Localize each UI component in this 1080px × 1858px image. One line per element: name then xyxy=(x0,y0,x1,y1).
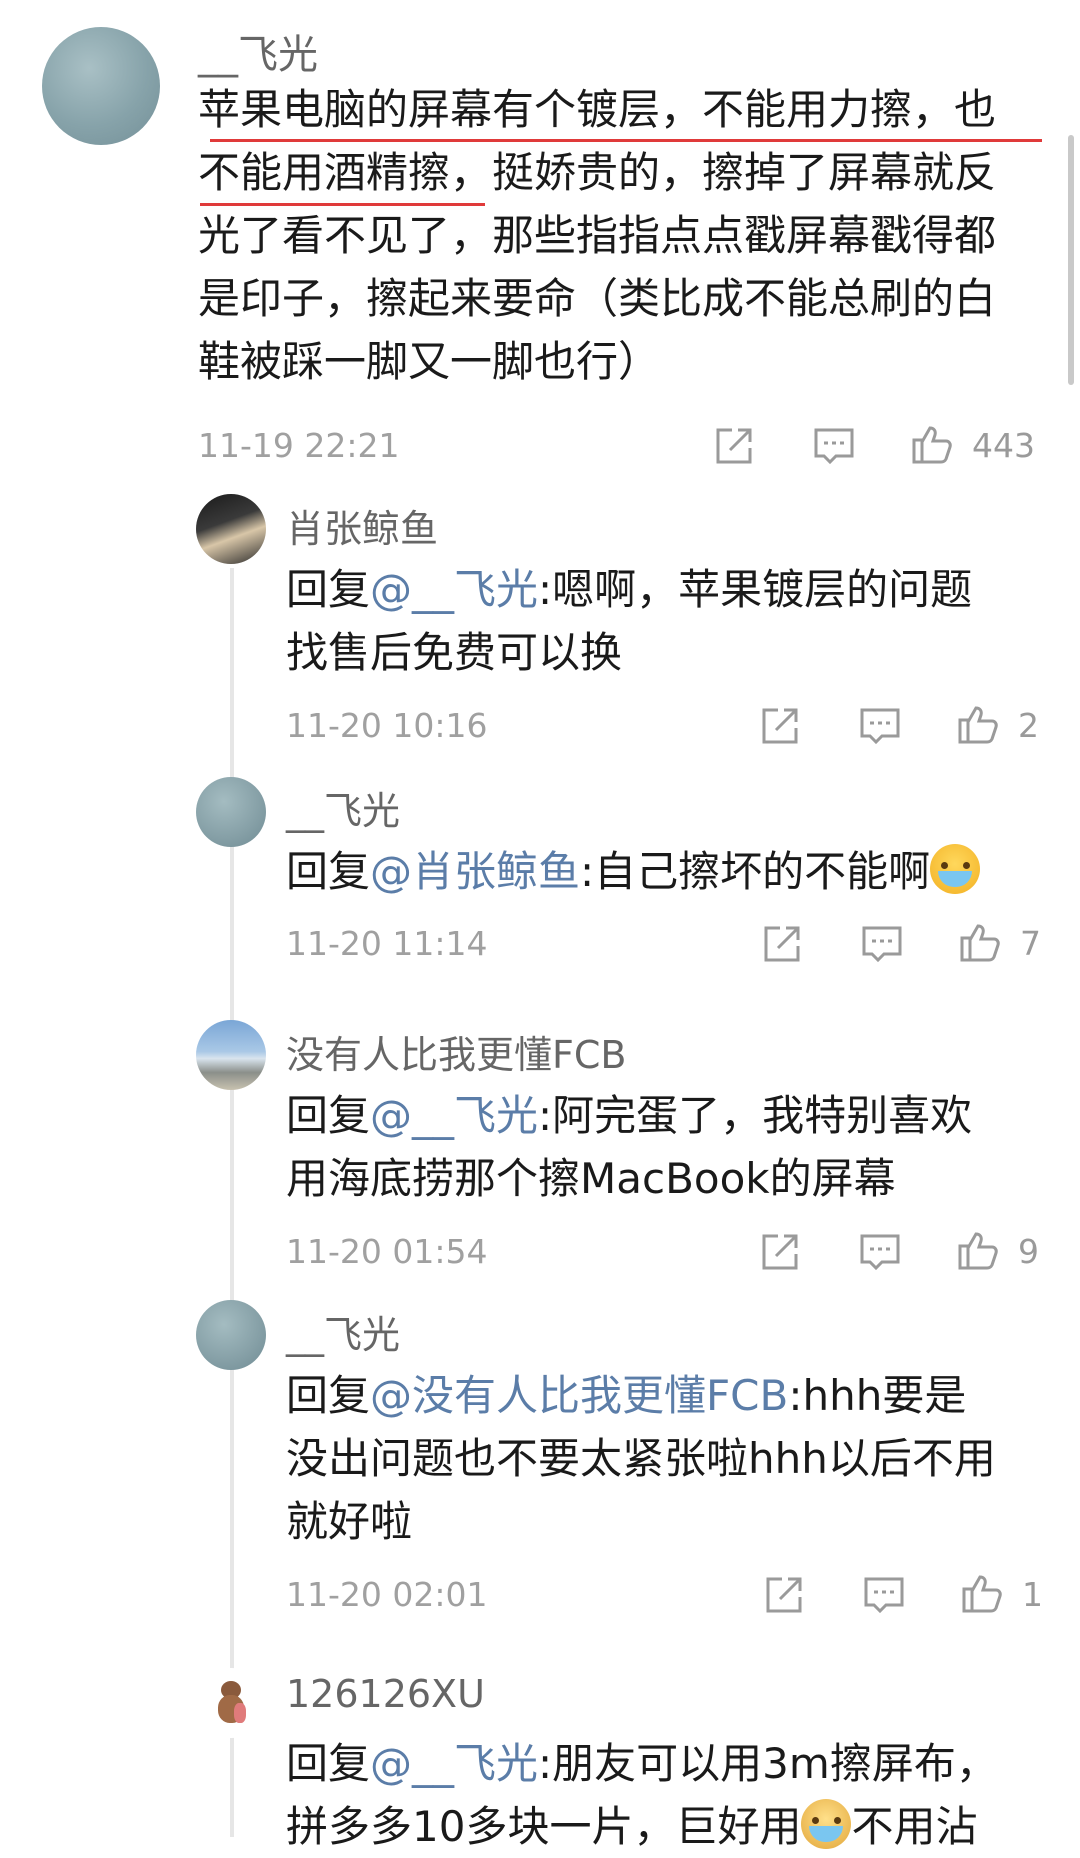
avatar[interactable] xyxy=(196,777,266,847)
comment-line: 苹果电脑的屏幕有个镀层，不能用力擦，也 xyxy=(198,85,997,134)
reply-text: 回复@没有人比我更懂FCB:hhh要是 没出问题也不要太紧张啦hhh以后不用 就… xyxy=(286,1364,1046,1553)
comment-icon[interactable] xyxy=(858,1230,902,1274)
comment-text: 苹果电脑的屏幕有个镀层，不能用力擦，也 不能用酒精擦，挺娇贵的，擦掉了屏幕就反 … xyxy=(198,78,1048,393)
comment-line: 是印子，擦起来要命（类比成不能总刷的白 xyxy=(198,274,997,323)
share-icon[interactable] xyxy=(712,424,756,468)
reply-line: 就好啦 xyxy=(286,1497,413,1546)
crying-face-emoji xyxy=(930,844,981,894)
comment-line: 鞋被踩一脚又一脚也行） xyxy=(198,337,661,386)
username[interactable]: 没有人比我更懂FCB xyxy=(286,1024,626,1079)
highlight-underline xyxy=(210,139,1042,142)
comment-icon[interactable] xyxy=(862,1573,906,1617)
timestamp: 11-20 11:14 xyxy=(286,924,488,963)
avatar[interactable] xyxy=(196,1668,266,1738)
mention-link[interactable]: @没有人比我更懂FCB xyxy=(370,1371,788,1420)
timestamp: 11-20 10:16 xyxy=(286,706,488,745)
reply-body: :阿完蛋了，我特别喜欢 xyxy=(538,1091,973,1140)
reply-line: 没出问题也不要太紧张啦hhh以后不用 xyxy=(286,1434,996,1483)
reply-body: :hhh要是 xyxy=(788,1371,967,1420)
like-icon[interactable] xyxy=(958,920,1002,964)
avatar[interactable] xyxy=(196,494,266,564)
reply-prefix: 回复 xyxy=(286,847,371,896)
comment-icon[interactable] xyxy=(812,424,856,468)
mention-link[interactable]: @__飞光 xyxy=(370,1091,538,1140)
username[interactable]: __飞光 xyxy=(198,22,318,80)
timestamp: 11-20 01:54 xyxy=(286,1232,488,1271)
reply-prefix: 回复 xyxy=(286,565,371,614)
like-icon[interactable] xyxy=(960,1571,1004,1615)
mention-link[interactable]: @肖张鲸鱼 xyxy=(370,847,580,896)
like-count: 443 xyxy=(972,426,1035,465)
reply-text: 回复@__飞光:嗯啊，苹果镀层的问题 找售后免费可以换 xyxy=(286,558,1046,684)
like-count: 2 xyxy=(1018,706,1039,745)
reply-text: 回复@__飞光:阿完蛋了，我特别喜欢 用海底捞那个擦MacBook的屏幕 xyxy=(286,1084,1046,1210)
reply-text: 回复@肖张鲸鱼:自己擦坏的不能啊 xyxy=(286,840,1046,903)
reply-body: :朋友可以用3m擦屏布， xyxy=(538,1739,998,1788)
share-icon[interactable] xyxy=(762,1573,806,1617)
share-icon[interactable] xyxy=(758,704,802,748)
avatar[interactable] xyxy=(42,27,160,145)
reply-line: 用海底捞那个擦MacBook的屏幕 xyxy=(286,1154,896,1203)
comment-icon[interactable] xyxy=(860,922,904,966)
reply-prefix: 回复 xyxy=(286,1371,371,1420)
scrollbar[interactable] xyxy=(1068,135,1074,385)
like-icon[interactable] xyxy=(956,702,1000,746)
reply-line: 不用沾 xyxy=(851,1802,978,1851)
thread-line xyxy=(230,568,234,1837)
reply-line: 找售后免费可以换 xyxy=(286,628,623,677)
share-icon[interactable] xyxy=(760,922,804,966)
username[interactable]: 126126XU xyxy=(286,1672,485,1716)
timestamp: 11-19 22:21 xyxy=(198,426,400,465)
username[interactable]: __飞光 xyxy=(286,780,400,835)
like-icon[interactable] xyxy=(910,422,954,466)
reply-text: 回复@__飞光:朋友可以用3m擦屏布， 拼多多10多块一片，巨好用 不用沾 xyxy=(286,1732,1066,1858)
mention-link[interactable]: @__飞光 xyxy=(370,1739,538,1788)
reply-prefix: 回复 xyxy=(286,1739,371,1788)
avatar[interactable] xyxy=(196,1020,266,1090)
like-count: 1 xyxy=(1022,1575,1043,1614)
like-count: 9 xyxy=(1018,1232,1039,1271)
reply-body: :嗯啊，苹果镀层的问题 xyxy=(538,565,973,614)
comment-line: 不能用酒精擦，挺娇贵的，擦掉了屏幕就反 xyxy=(198,148,997,197)
timestamp: 11-20 02:01 xyxy=(286,1575,488,1614)
like-count: 7 xyxy=(1020,924,1041,963)
reply-line: 拼多多10多块一片，巨好用 xyxy=(286,1802,802,1851)
reply-prefix: 回复 xyxy=(286,1091,371,1140)
avatar[interactable] xyxy=(196,1300,266,1370)
highlight-underline xyxy=(200,203,485,206)
mention-link[interactable]: @__飞光 xyxy=(370,565,538,614)
username[interactable]: __飞光 xyxy=(286,1304,400,1359)
doge-emoji xyxy=(801,1799,852,1849)
comment-icon[interactable] xyxy=(858,704,902,748)
share-icon[interactable] xyxy=(758,1230,802,1274)
like-icon[interactable] xyxy=(956,1228,1000,1272)
bear-avatar-icon xyxy=(216,1681,246,1725)
comment-line: 光了看不见了，那些指指点点戳屏幕戳得都 xyxy=(198,211,997,260)
username[interactable]: 肖张鲸鱼 xyxy=(286,498,438,553)
reply-body: :自己擦坏的不能啊 xyxy=(580,847,931,896)
